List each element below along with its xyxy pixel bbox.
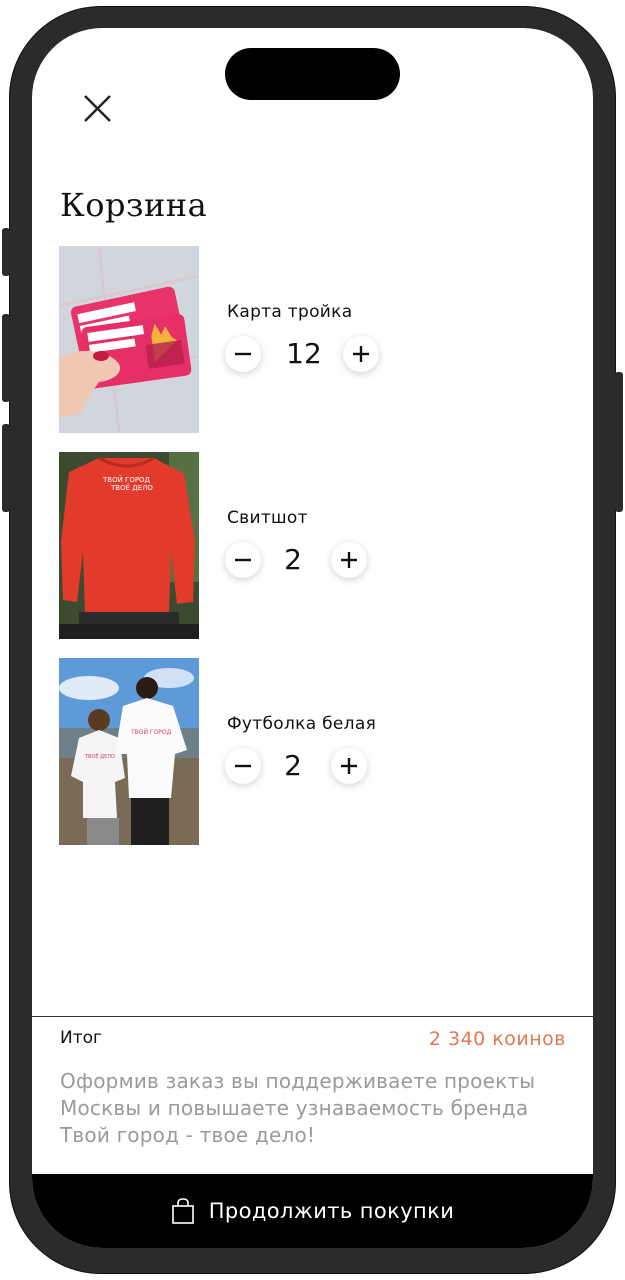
quantity-stepper: 2: [225, 542, 415, 582]
item-name: Карта тройка: [227, 302, 353, 322]
increase-button[interactable]: [343, 336, 379, 372]
phone-side-button: [2, 424, 10, 512]
svg-text:ТВОЁ ДЕЛО: ТВОЁ ДЕЛО: [84, 753, 115, 760]
phone-side-button: [2, 228, 10, 276]
product-image-white-tshirt[interactable]: ТВОЙ ГОРОД ТВОЁ ДЕЛО: [59, 658, 199, 845]
total-label: Итог: [60, 1028, 102, 1048]
increase-button[interactable]: [331, 748, 367, 784]
cart-item: Карта тройка 12: [59, 246, 579, 433]
quantity-stepper: 2: [225, 748, 415, 788]
svg-text:ТВОЙ ГОРОД: ТВОЙ ГОРОД: [102, 475, 151, 484]
plus-icon: [341, 758, 357, 774]
quantity-value: 2: [284, 749, 302, 782]
shopping-bag-icon: [171, 1198, 194, 1224]
plus-icon: [353, 346, 369, 362]
quantity-stepper: 12: [225, 336, 415, 376]
quantity-value: 12: [286, 337, 322, 370]
close-button[interactable]: [76, 88, 120, 132]
svg-text:ТВОЁ ДЕЛО: ТВОЁ ДЕЛО: [110, 483, 153, 492]
order-note: Оформив заказ вы поддерживаете проекты М…: [60, 1069, 536, 1147]
minus-icon: [235, 558, 251, 562]
increase-button[interactable]: [331, 542, 367, 578]
cart-item: ТВОЙ ГОРОД ТВОЁ ДЕЛО Свитшот 2: [59, 452, 579, 639]
product-image-metro-cards[interactable]: [59, 246, 199, 433]
page-title: Корзина: [60, 186, 208, 224]
decrease-button[interactable]: [225, 748, 261, 784]
app-screen: Корзина Карта тройка 12 ТВОЙ ГОРОД ТВОЁ …: [32, 28, 593, 1248]
cart-item: ТВОЙ ГОРОД ТВОЁ ДЕЛО Футболка белая 2: [59, 658, 579, 845]
product-image-sweatshirt[interactable]: ТВОЙ ГОРОД ТВОЁ ДЕЛО: [59, 452, 199, 639]
minus-icon: [235, 764, 251, 768]
phone-side-button: [615, 372, 623, 512]
continue-shopping-button[interactable]: Продолжить покупки: [32, 1174, 593, 1248]
decrease-button[interactable]: [225, 336, 261, 372]
continue-shopping-label: Продолжить покупки: [208, 1199, 455, 1223]
total-value: 2 340 коинов: [428, 1028, 566, 1050]
decrease-button[interactable]: [225, 542, 261, 578]
minus-icon: [235, 352, 251, 356]
dynamic-island: [225, 48, 400, 100]
divider: [32, 1016, 593, 1017]
svg-text:ТВОЙ ГОРОД: ТВОЙ ГОРОД: [130, 729, 172, 736]
close-icon: [84, 95, 111, 122]
item-name: Свитшот: [227, 508, 308, 528]
phone-side-button: [2, 314, 10, 402]
item-name: Футболка белая: [227, 714, 377, 734]
plus-icon: [341, 552, 357, 568]
quantity-value: 2: [284, 543, 302, 576]
